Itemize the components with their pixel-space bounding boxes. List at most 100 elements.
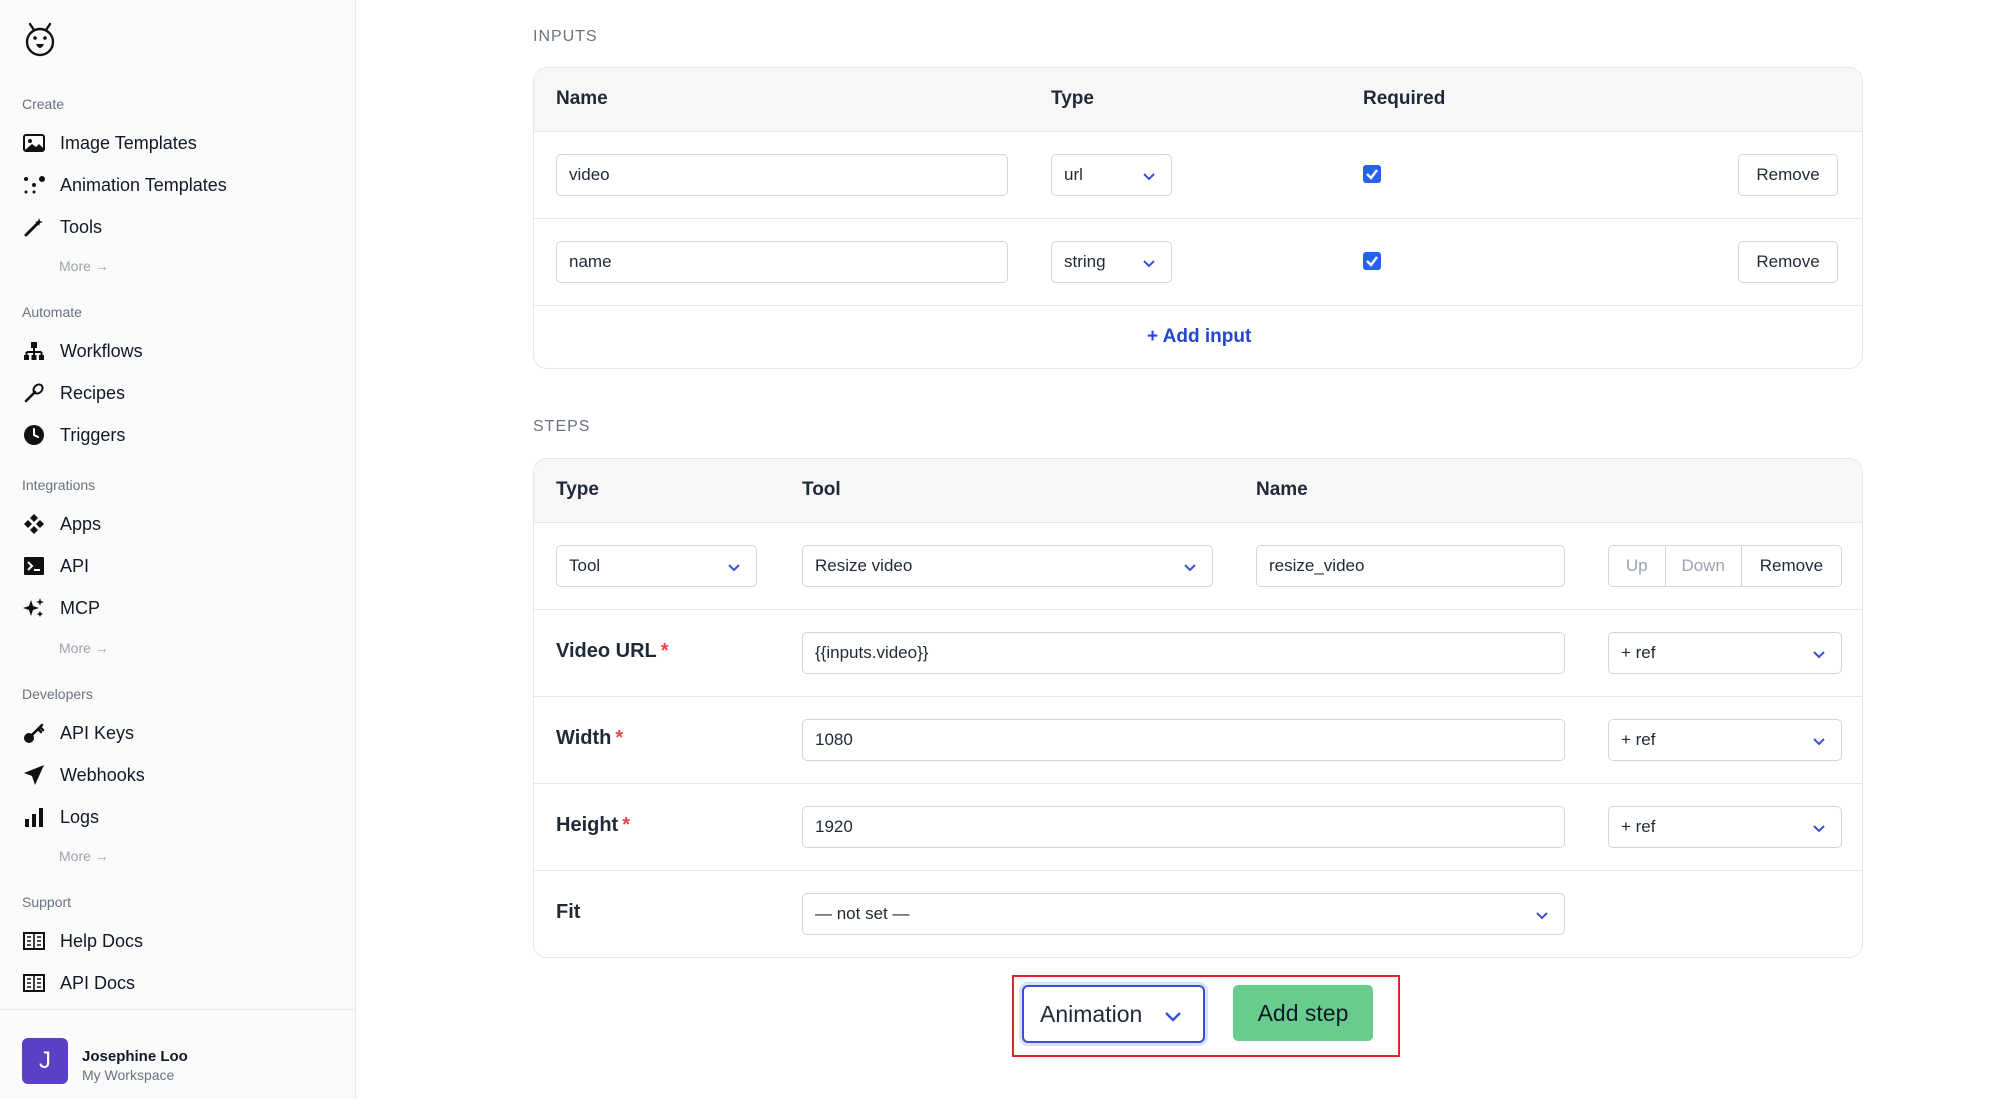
sidebar-item-label: API Keys bbox=[60, 722, 135, 743]
move-down-button[interactable]: Down bbox=[1666, 546, 1742, 586]
param-label-text: Width bbox=[556, 727, 612, 749]
add-step-button[interactable]: Add step bbox=[1233, 985, 1373, 1041]
step-row: Tool Resize video resize_video Up Down R… bbox=[534, 523, 1862, 610]
select-value: Animation bbox=[1040, 1000, 1143, 1027]
required-checkbox[interactable] bbox=[1363, 165, 1381, 183]
sidebar-item-label: Image Templates bbox=[60, 132, 197, 153]
sidebar-item-api-keys[interactable]: API Keys bbox=[22, 718, 134, 748]
column-header-tool: Tool bbox=[802, 479, 841, 500]
remove-input-button[interactable]: Remove bbox=[1738, 241, 1838, 283]
section-label-support: Support bbox=[22, 894, 72, 910]
input-name-field[interactable]: video bbox=[556, 154, 1008, 196]
remove-input-button[interactable]: Remove bbox=[1738, 154, 1838, 196]
param-label: Width * bbox=[556, 727, 623, 750]
ref-select[interactable]: + ref bbox=[1608, 806, 1842, 848]
inputs-table-header: Name Type Required bbox=[534, 68, 1862, 132]
check-icon bbox=[1366, 256, 1378, 267]
input-name-field[interactable]: name bbox=[556, 241, 1008, 283]
remove-step-button[interactable]: Remove bbox=[1742, 546, 1841, 586]
column-header-name: Name bbox=[1256, 479, 1308, 500]
sidebar-item-label: Tools bbox=[60, 216, 103, 237]
step-tool-select[interactable]: Resize video bbox=[802, 545, 1213, 587]
sidebar-item-workflows[interactable]: Workflows bbox=[22, 336, 143, 366]
width-field[interactable]: 1080 bbox=[802, 719, 1565, 761]
more-link-integrations[interactable]: More → bbox=[59, 640, 109, 656]
sidebar-item-label: Apps bbox=[60, 513, 102, 534]
steps-card: Type Tool Name Tool Resize video resize_… bbox=[533, 458, 1863, 958]
section-label-integrations: Integrations bbox=[22, 477, 96, 493]
sidebar-item-help-docs[interactable]: Help Docs bbox=[22, 926, 143, 956]
required-mark: * bbox=[615, 727, 624, 749]
avatar: J bbox=[22, 1038, 68, 1084]
key-icon bbox=[22, 721, 46, 745]
column-header-type: Type bbox=[1051, 88, 1094, 109]
chevron-down-icon bbox=[1143, 173, 1155, 181]
sparkles-icon bbox=[22, 596, 46, 620]
sidebar-item-webhooks[interactable]: Webhooks bbox=[22, 760, 145, 790]
param-row-fit: Fit — not set — bbox=[534, 871, 1862, 957]
user-menu[interactable]: J Josephine Loo My Workspace bbox=[0, 1009, 356, 1099]
section-label-developers: Developers bbox=[22, 686, 93, 702]
sidebar-item-tools[interactable]: Tools bbox=[22, 212, 102, 242]
sidebar-item-label: Animation Templates bbox=[60, 174, 227, 195]
chevron-down-icon bbox=[1143, 260, 1155, 268]
check-icon bbox=[1366, 169, 1378, 180]
required-mark: * bbox=[660, 640, 669, 662]
book-icon bbox=[22, 971, 46, 995]
select-value: Tool bbox=[569, 556, 601, 575]
chevron-down-icon bbox=[1165, 1012, 1181, 1022]
new-step-type-select[interactable]: Animation bbox=[1022, 985, 1205, 1043]
param-label-text: Fit bbox=[556, 901, 581, 923]
column-header-required: Required bbox=[1363, 88, 1446, 109]
step-type-select[interactable]: Tool bbox=[556, 545, 757, 587]
sidebar-item-label: Triggers bbox=[60, 424, 126, 445]
sidebar-item-recipes[interactable]: Recipes bbox=[22, 378, 125, 408]
more-link-create[interactable]: More → bbox=[59, 258, 109, 274]
add-input-link[interactable]: + Add input bbox=[1147, 326, 1251, 348]
spoon-icon bbox=[22, 381, 46, 405]
ref-select[interactable]: + ref bbox=[1608, 632, 1842, 674]
param-row-height: Height * 1920 + ref bbox=[534, 784, 1862, 871]
chevron-down-icon bbox=[1813, 651, 1825, 659]
sidebar-item-api[interactable]: API bbox=[22, 551, 89, 581]
step-name-field[interactable]: resize_video bbox=[1256, 545, 1565, 587]
sidebar-item-image-templates[interactable]: Image Templates bbox=[22, 128, 197, 158]
param-label: Height * bbox=[556, 814, 630, 837]
steps-section-title: STEPS bbox=[533, 418, 591, 435]
image-icon bbox=[22, 131, 46, 155]
section-label-create: Create bbox=[22, 96, 65, 112]
sidebar-item-animation-templates[interactable]: Animation Templates bbox=[22, 170, 227, 200]
select-value: Resize video bbox=[815, 556, 913, 575]
chevron-down-icon bbox=[1536, 912, 1548, 920]
input-type-select[interactable]: url bbox=[1051, 154, 1172, 196]
move-up-button[interactable]: Up bbox=[1609, 546, 1666, 586]
video-url-field[interactable]: {{inputs.video}} bbox=[802, 632, 1565, 674]
fit-select[interactable]: — not set — bbox=[802, 893, 1565, 935]
more-link-developers[interactable]: More → bbox=[59, 848, 109, 864]
sidebar-item-label: API bbox=[60, 555, 90, 576]
apps-icon bbox=[22, 512, 46, 536]
param-label-text: Height bbox=[556, 814, 619, 836]
sidebar-item-apps[interactable]: Apps bbox=[22, 509, 101, 539]
ref-select[interactable]: + ref bbox=[1608, 719, 1842, 761]
sidebar-item-label: Help Docs bbox=[60, 930, 144, 951]
animation-icon bbox=[22, 173, 46, 197]
required-mark: * bbox=[622, 814, 631, 836]
sidebar-item-label: API Docs bbox=[60, 972, 136, 993]
sidebar-item-label: Logs bbox=[60, 806, 100, 827]
sidebar-item-mcp[interactable]: MCP bbox=[22, 593, 100, 623]
sidebar-item-api-docs[interactable]: API Docs bbox=[22, 968, 135, 998]
bear-logo-icon[interactable] bbox=[22, 18, 58, 60]
paper-plane-icon bbox=[22, 763, 46, 787]
sidebar-item-label: MCP bbox=[60, 597, 100, 618]
sidebar-item-triggers[interactable]: Triggers bbox=[22, 420, 125, 450]
param-label: Video URL * bbox=[556, 640, 669, 663]
sidebar-item-logs[interactable]: Logs bbox=[22, 802, 99, 832]
inputs-section-title: INPUTS bbox=[533, 28, 598, 45]
param-row-video-url: Video URL * {{inputs.video}} + ref bbox=[534, 610, 1862, 697]
chevron-down-icon bbox=[1813, 825, 1825, 833]
input-type-select[interactable]: string bbox=[1051, 241, 1172, 283]
height-field[interactable]: 1920 bbox=[802, 806, 1565, 848]
required-checkbox[interactable] bbox=[1363, 252, 1381, 270]
step-actions: Up Down Remove bbox=[1608, 545, 1842, 587]
